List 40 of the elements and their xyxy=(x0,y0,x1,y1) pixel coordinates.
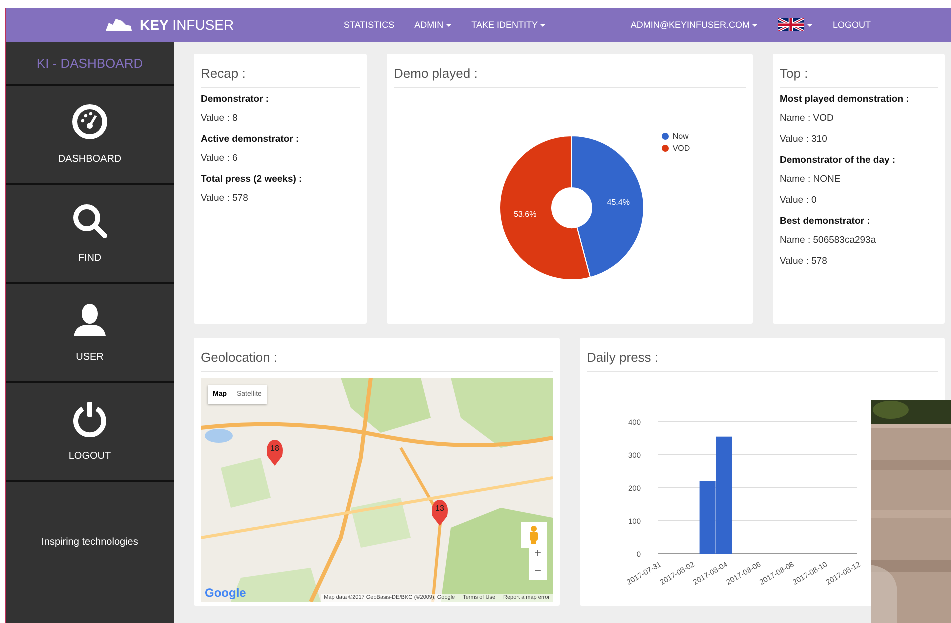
stat-label: Active demonstrator : xyxy=(201,134,300,145)
stat-value: Value : 8 xyxy=(201,113,239,124)
nav-link[interactable]: TAKE IDENTITY xyxy=(472,20,546,30)
stat-label: Demonstrator : xyxy=(201,94,270,105)
card-title: Demo played : xyxy=(394,60,746,88)
stat-label: Total press (2 weeks) : xyxy=(201,174,304,185)
account-menu[interactable]: ADMIN@KEYINFUSER.COM xyxy=(630,20,758,30)
stat-label: Most played demonstration : xyxy=(780,94,910,105)
stat-value: Value : 578 xyxy=(780,256,828,267)
stat-value: Value : 6 xyxy=(201,153,239,164)
legend-label: VOD xyxy=(672,144,690,153)
card-title: Geolocation : xyxy=(201,344,553,372)
stat-label: Demonstrator of the day : xyxy=(780,155,897,166)
stat-value: Name : 506583ca293a xyxy=(780,235,878,246)
stat-value: Name : NONE xyxy=(780,174,842,185)
user-icon xyxy=(72,302,108,338)
nav-link[interactable]: ADMIN xyxy=(414,20,452,30)
card-title: Recap : xyxy=(201,60,360,88)
zoom-out-button[interactable]: − xyxy=(529,562,547,580)
slice-label: 53.6% xyxy=(514,210,537,220)
stat-value: Value : 0 xyxy=(780,195,818,206)
tagline: Inspiring technologies xyxy=(40,536,140,550)
stat-value: Value : 310 xyxy=(780,134,828,145)
legend-label: Now xyxy=(672,132,689,141)
map-logo: Google xyxy=(205,586,246,600)
nav-link[interactable]: STATISTICS xyxy=(344,20,395,30)
stat-value: Value : 578 xyxy=(201,193,250,204)
gauge-icon xyxy=(72,104,108,140)
card-title: Daily press : xyxy=(587,344,938,372)
stat-label: Best demonstrator : xyxy=(780,216,872,227)
search-icon xyxy=(72,203,108,239)
brand-name: KEY INFUSER xyxy=(140,17,234,33)
logout-link[interactable]: LOGOUT xyxy=(832,20,871,30)
logo-icon xyxy=(104,17,134,33)
card-title: Top : xyxy=(780,60,938,88)
power-icon xyxy=(72,401,108,437)
stat-value: Name : VOD xyxy=(780,113,835,124)
zoom-in-button[interactable]: + xyxy=(529,544,547,562)
slice-label: 45.4% xyxy=(607,198,630,207)
language-menu[interactable] xyxy=(778,18,813,32)
